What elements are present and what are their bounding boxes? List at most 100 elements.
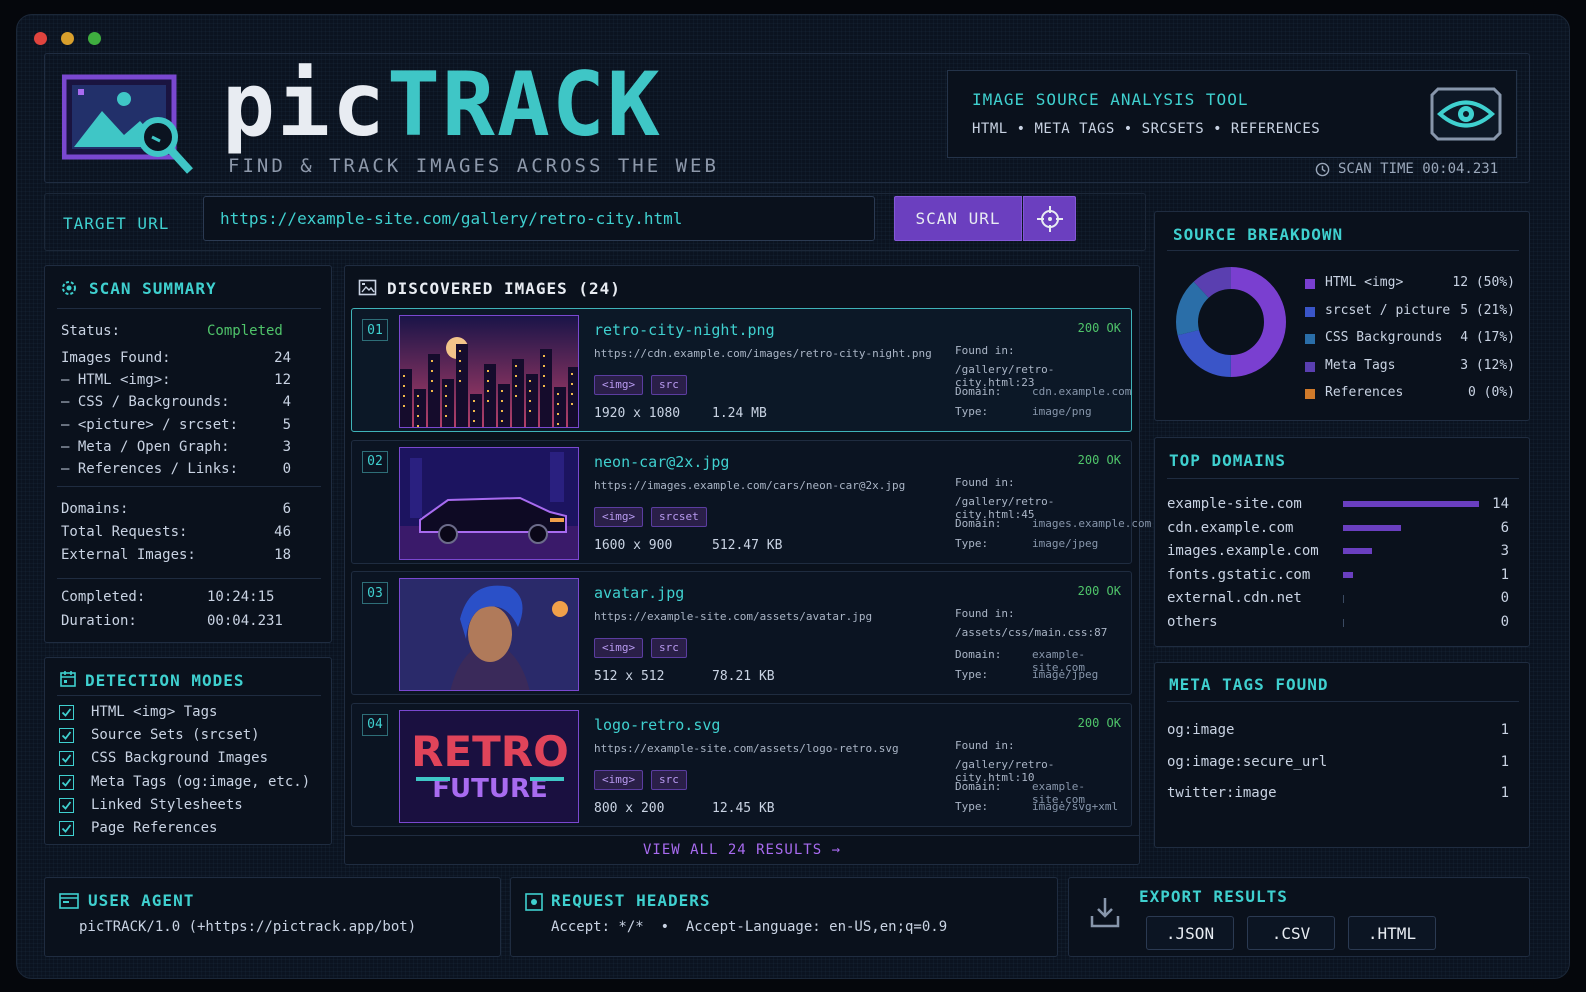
tool-subtitle: HTML • META TAGS • SRCSETS • REFERENCES	[972, 121, 1321, 137]
user-agent-title: USER AGENT	[88, 891, 195, 910]
image-result-card[interactable]: 01 retro-city-night.png https://cdn.exampl…	[351, 308, 1132, 432]
detection-checkbox[interactable]	[59, 728, 74, 744]
image-filename[interactable]: retro-city-night.png	[594, 321, 775, 339]
divider	[345, 835, 1139, 836]
maximize-window-dot[interactable]	[88, 32, 101, 45]
target-picker-button[interactable]	[1023, 196, 1076, 241]
meta-tag-count: 1	[1500, 722, 1509, 738]
legend-swatch	[1305, 279, 1315, 289]
image-filename[interactable]: neon-car@2x.jpg	[594, 453, 729, 471]
domain-bar	[1343, 595, 1344, 604]
detection-modes-title: DETECTION MODES	[85, 671, 245, 690]
export-button[interactable]: .CSV	[1247, 916, 1335, 950]
image-file-size: 1.24 MB	[712, 406, 767, 421]
retro-city-thumbnail	[400, 316, 578, 427]
calendar-icon	[60, 671, 76, 687]
image-result-card[interactable]: 04 RETRO FUTURE logo-retro.svg https://examp…	[351, 702, 1132, 827]
summary-row-value: 5	[282, 416, 291, 433]
view-all-results-link[interactable]: VIEW ALL 24 RESULTS →	[345, 842, 1139, 858]
image-dimensions: 1600 x 900	[594, 537, 673, 553]
result-meta-value: image/png	[1032, 405, 1092, 418]
image-source-tag: src	[651, 375, 687, 395]
image-search-logo-icon	[62, 74, 193, 174]
detection-checkbox[interactable]	[59, 751, 74, 767]
image-result-card[interactable]: 03 avatar.jpg https://example-site.com/ass…	[351, 571, 1132, 695]
detection-checkbox[interactable]	[59, 774, 74, 790]
image-icon	[358, 279, 377, 296]
image-result-card[interactable]: 02 neon-car@2x.jpg https://images.example.…	[351, 439, 1151, 564]
summary-row-label: Domains:	[61, 501, 129, 517]
summary-row-label: — Meta / Open Graph:	[61, 438, 230, 455]
image-url[interactable]: https://images.example.com/cars/neon-car…	[594, 479, 905, 492]
brand-track: TRACK	[386, 53, 662, 156]
checkmark-icon	[61, 801, 72, 810]
image-thumbnail[interactable]: RETRO FUTURE	[399, 709, 579, 823]
divider	[57, 486, 321, 487]
detection-checkbox[interactable]	[59, 705, 74, 720]
brand-wordmark: picTRACK	[222, 61, 662, 149]
detection-mode-label: CSS Background Images	[91, 750, 269, 767]
export-results-panel: EXPORT RESULTS .JSON .CSV .HTML	[1068, 877, 1530, 957]
image-thumbnail[interactable]	[399, 446, 579, 560]
top-domains-panel: TOP DOMAINS example-site.com 14 cdn.exampl…	[1154, 437, 1530, 647]
legend-swatch	[1305, 306, 1315, 317]
status-label: Status:	[61, 323, 121, 339]
export-results-title: EXPORT RESULTS	[1139, 887, 1288, 906]
source-breakdown-donut-chart	[1176, 267, 1286, 377]
detection-mode-label: Page References	[91, 820, 218, 836]
summary-row-label: Images Found:	[61, 350, 171, 366]
result-meta-label: Type:	[955, 405, 989, 418]
target-url-label: TARGET URL	[63, 213, 170, 233]
export-button[interactable]: .HTML	[1348, 916, 1436, 950]
summary-row-label: External Images:	[61, 547, 196, 563]
top-domains-title: TOP DOMAINS	[1169, 451, 1286, 470]
http-status: 200 OK	[1077, 321, 1121, 335]
source-breakdown-title: SOURCE BREAKDOWN	[1173, 225, 1344, 244]
checkmark-icon	[61, 754, 72, 764]
detection-mode-label: Linked Stylesheets	[91, 796, 243, 813]
image-url[interactable]: https://cdn.example.com/images/retro-cit…	[594, 347, 932, 360]
scan-url-button[interactable]: SCAN URL	[894, 196, 1022, 241]
request-headers-value: Accept: */* • Accept-Language: en-US,en;…	[551, 919, 948, 935]
detection-checkbox[interactable]	[59, 797, 74, 813]
divider	[1167, 478, 1519, 479]
image-filename[interactable]: logo-retro.svg	[594, 716, 720, 734]
image-source-tag: srcset	[651, 506, 707, 527]
export-button[interactable]: .JSON	[1146, 916, 1234, 950]
result-number: 02	[362, 450, 388, 473]
detection-mode-label: HTML <img> Tags	[91, 704, 218, 720]
summary-row-value: 24	[274, 350, 291, 366]
result-meta-label: Type:	[955, 799, 989, 813]
avatar-thumbnail	[400, 579, 578, 690]
divider	[57, 308, 321, 309]
summary-row-value: 12	[274, 372, 291, 389]
image-thumbnail[interactable]	[399, 578, 579, 691]
minimize-window-dot[interactable]	[61, 32, 74, 45]
target-url-input[interactable]	[203, 196, 875, 241]
image-url[interactable]: https://example-site.com/assets/logo-ret…	[594, 742, 899, 755]
summary-row-label: — <picture> / srcset:	[61, 416, 239, 433]
result-meta-value: image/jpeg	[1032, 536, 1099, 550]
domain-name: external.cdn.net	[1167, 590, 1302, 607]
image-thumbnail[interactable]	[399, 315, 579, 428]
summary-row-value: 6	[282, 501, 291, 517]
legend-swatch	[1305, 334, 1315, 344]
domain-bar	[1343, 619, 1344, 627]
result-meta-label: Found in:	[955, 738, 1015, 752]
image-source-tag: <img>	[594, 506, 644, 527]
detection-checkbox[interactable]	[59, 821, 74, 836]
image-url[interactable]: https://example-site.com/assets/avatar.j…	[594, 610, 872, 623]
headers-icon	[525, 893, 543, 911]
view-all-label: VIEW ALL 24 RESULTS	[642, 842, 823, 858]
checkmark-icon	[61, 731, 72, 741]
browser-window-icon	[59, 893, 79, 909]
detection-modes-panel: DETECTION MODES HTML <img> Tags Source Se…	[44, 657, 332, 845]
summary-row-label: — References / Links:	[61, 461, 239, 477]
divider	[1167, 250, 1519, 251]
detection-mode-label: Meta Tags (og:image, etc.)	[91, 773, 311, 790]
close-window-dot[interactable]	[34, 32, 47, 45]
domain-bar	[1343, 548, 1373, 555]
domain-count: 0	[1500, 614, 1509, 630]
image-filename[interactable]: avatar.jpg	[594, 584, 684, 602]
result-meta-label: Found in:	[955, 344, 1015, 357]
